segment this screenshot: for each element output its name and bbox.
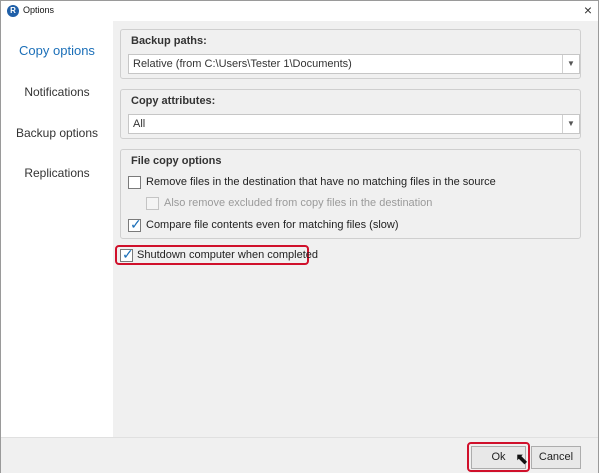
- remove-unmatched-label: Remove files in the destination that hav…: [146, 176, 496, 188]
- copy-attributes-title: Copy attributes:: [131, 95, 216, 107]
- cancel-button[interactable]: Cancel: [531, 446, 581, 469]
- file-copy-options-group: File copy options Remove files in the de…: [120, 149, 581, 239]
- shutdown-label: Shutdown computer when completed: [137, 249, 318, 261]
- copy-attributes-value: All: [133, 118, 146, 130]
- backup-paths-group: Backup paths: Relative (from C:\Users\Te…: [120, 29, 581, 79]
- copy-attributes-select[interactable]: All ▼: [128, 114, 580, 134]
- checkmark-icon: ✓: [130, 216, 142, 232]
- window-title: Options: [23, 5, 55, 15]
- remove-unmatched-checkbox[interactable]: [128, 176, 141, 189]
- backup-paths-title: Backup paths:: [131, 35, 207, 47]
- sidebar-item-backup-options[interactable]: Backup options: [1, 113, 113, 153]
- backup-paths-select[interactable]: Relative (from C:\Users\Tester 1\Documen…: [128, 54, 580, 74]
- shutdown-checkbox[interactable]: ✓: [120, 246, 134, 262]
- checkmark-icon: ✓: [122, 246, 134, 262]
- compare-contents-checkbox[interactable]: ✓: [128, 216, 142, 232]
- copy-options-panel: Backup paths: Relative (from C:\Users\Te…: [113, 21, 598, 437]
- app-logo-icon: R: [7, 5, 19, 17]
- sidebar-item-notifications[interactable]: Notifications: [1, 72, 113, 112]
- also-remove-excluded-checkbox[interactable]: [146, 197, 159, 210]
- close-icon[interactable]: ×: [584, 2, 592, 18]
- chevron-down-icon[interactable]: ▼: [562, 115, 579, 133]
- compare-contents-label: Compare file contents even for matching …: [146, 219, 399, 231]
- sidebar: Copy options Notifications Backup option…: [1, 21, 113, 437]
- title-bar: R Options ×: [1, 1, 598, 21]
- also-remove-excluded-label: Also remove excluded from copy files in …: [164, 197, 433, 209]
- sidebar-item-replications[interactable]: Replications: [1, 153, 113, 193]
- backup-paths-value: Relative (from C:\Users\Tester 1\Documen…: [133, 58, 352, 70]
- options-dialog: R Options × Copy options Notifications B…: [0, 0, 599, 473]
- mouse-cursor-icon: ⬉: [515, 451, 529, 468]
- chevron-down-icon[interactable]: ▼: [562, 55, 579, 73]
- sidebar-item-copy-options[interactable]: Copy options: [1, 31, 113, 71]
- copy-attributes-group: Copy attributes: All ▼: [120, 89, 581, 139]
- file-copy-options-title: File copy options: [131, 155, 222, 167]
